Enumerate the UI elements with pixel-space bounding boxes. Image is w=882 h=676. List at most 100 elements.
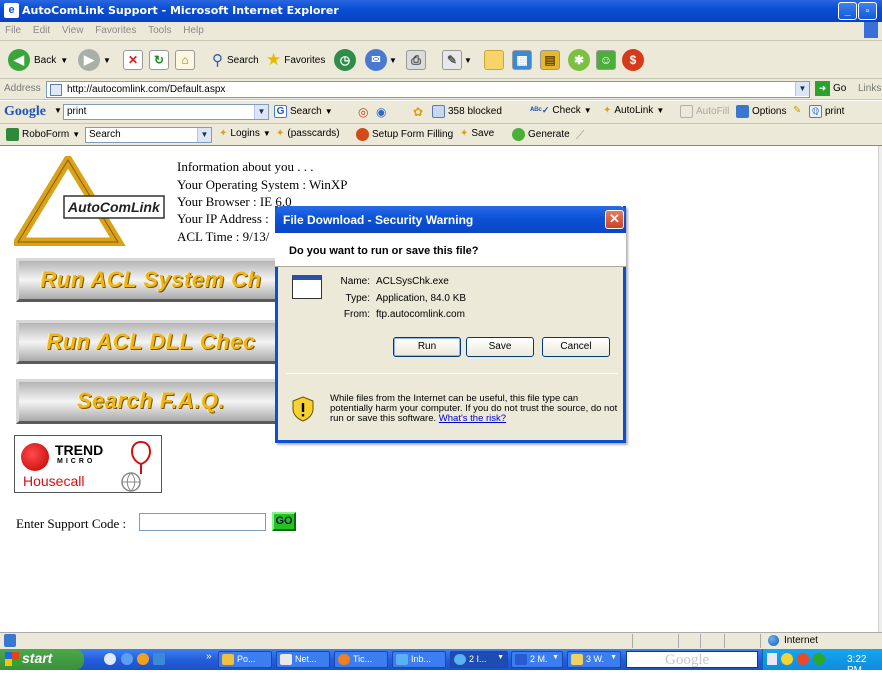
- risk-link[interactable]: What's the risk?: [439, 413, 506, 424]
- autocomlink-logo[interactable]: AutoComLink: [9, 151, 172, 247]
- refresh-icon: ↻: [149, 50, 169, 70]
- window-title-bar[interactable]: e AutoComLink Support - Microsoft Intern…: [0, 0, 882, 22]
- menu-help[interactable]: Help: [178, 22, 208, 36]
- trend-sub: MICRO: [57, 458, 96, 465]
- highlight-icon[interactable]: ✿: [413, 105, 423, 119]
- puzzle-button[interactable]: ✱: [568, 48, 590, 72]
- google-print-term[interactable]: ℚ print: [809, 105, 844, 118]
- google-search-input[interactable]: print ▼: [63, 104, 269, 120]
- taskbar-item-1[interactable]: Po...: [218, 651, 272, 668]
- chevron-down-icon[interactable]: ▼: [54, 106, 62, 115]
- tray-app-icon[interactable]: [797, 653, 809, 665]
- chat-button[interactable]: ☺: [596, 48, 616, 72]
- clock[interactable]: 3:22 PM: [847, 654, 882, 676]
- menu-edit[interactable]: Edit: [28, 22, 54, 36]
- support-code-input[interactable]: [139, 513, 266, 531]
- options-button[interactable]: Options: [736, 105, 786, 118]
- address-input[interactable]: http://autocomlink.com/Default.aspx ▼: [46, 81, 810, 98]
- refresh-button[interactable]: ↻: [149, 48, 169, 72]
- taskbar-item-3[interactable]: Tic...: [334, 651, 388, 668]
- tray-sync-icon[interactable]: [813, 653, 825, 665]
- dollar-button[interactable]: $: [622, 48, 644, 72]
- taskbar-item-4[interactable]: Inb...: [392, 651, 446, 668]
- generate-label: Generate: [528, 129, 570, 140]
- roboform-search-input[interactable]: Search ▼: [85, 127, 212, 143]
- back-button[interactable]: ◀ Back ▼: [8, 48, 68, 72]
- chevron-down-icon[interactable]: ▼: [795, 82, 809, 96]
- google-logo[interactable]: Google: [4, 104, 46, 120]
- menu-file[interactable]: File: [0, 22, 25, 36]
- dollar-icon: $: [622, 49, 644, 71]
- info-time: ACL Time : 9/13/: [177, 229, 270, 244]
- highlighter-icon[interactable]: ✎: [793, 105, 801, 116]
- chevron-down-icon: ▼: [464, 55, 472, 65]
- page-scrollbar[interactable]: [878, 146, 882, 634]
- run-dll-check-button[interactable]: Run ACL DLL Chec: [16, 320, 286, 364]
- save-button[interactable]: Save: [466, 337, 534, 357]
- search-button[interactable]: ⚲ Search: [212, 48, 259, 72]
- favorites-button[interactable]: ★ Favorites: [266, 48, 325, 72]
- trend-micro-housecall-link[interactable]: TREND MICRO Housecall: [14, 435, 162, 493]
- go-button[interactable]: ➜ Go: [815, 81, 846, 96]
- home-button[interactable]: ⌂: [175, 48, 195, 72]
- tray-shield-icon[interactable]: [781, 653, 793, 665]
- taskbar-item-2[interactable]: Net...: [276, 651, 330, 668]
- logins-button[interactable]: ✦ Logins ▼: [219, 128, 271, 139]
- quicklaunch-desktop-icon[interactable]: [104, 653, 116, 665]
- start-button[interactable]: start: [0, 649, 84, 670]
- google-search-button[interactable]: G Search ▼: [274, 105, 333, 118]
- news-icon[interactable]: ◉: [376, 105, 386, 119]
- menu-favorites[interactable]: Favorites: [90, 22, 140, 36]
- dialog-header: Do you want to run or save this file?: [275, 233, 626, 267]
- folder-button[interactable]: [484, 48, 504, 72]
- taskbar-google-search[interactable]: Google: [626, 651, 758, 668]
- support-go-button[interactable]: GO: [272, 512, 296, 531]
- quicklaunch-firefox-icon[interactable]: [137, 653, 149, 665]
- minimize-button[interactable]: _: [838, 2, 857, 20]
- roboform-menu[interactable]: RoboForm ▼: [6, 128, 80, 141]
- dialog-warning: While files from the Internet can be use…: [330, 394, 620, 424]
- setup-form-filling-button[interactable]: Setup Form Filling: [356, 128, 453, 141]
- save-icon: ✦: [460, 128, 469, 139]
- links-label[interactable]: Links: [858, 83, 881, 94]
- globe-icon: [768, 635, 779, 646]
- autofill-button[interactable]: AutoFill: [680, 105, 729, 118]
- autofill-label: AutoFill: [696, 106, 730, 117]
- quicklaunch-app-icon[interactable]: [153, 653, 165, 665]
- edit-button[interactable]: ✎ ▼: [442, 48, 472, 72]
- chevron-right-icon[interactable]: »: [206, 651, 212, 662]
- search-faq-button[interactable]: Search F.A.Q.: [16, 379, 286, 424]
- chevron-down-icon[interactable]: ▼: [254, 105, 268, 119]
- maximize-button[interactable]: ▫: [858, 2, 877, 20]
- history-button[interactable]: ◷: [334, 48, 356, 72]
- stop-button[interactable]: ✕: [123, 48, 143, 72]
- autolink-button[interactable]: ✦ AutoLink ▼: [603, 105, 664, 116]
- dialog-title-bar[interactable]: File Download - Security Warning ✕: [275, 206, 626, 233]
- pagerank-icon[interactable]: ◎: [358, 105, 368, 119]
- spell-check-button[interactable]: ᴬᴮᶜ✓ Check ▼: [530, 105, 592, 116]
- popup-blocker[interactable]: 358 blocked: [432, 105, 502, 118]
- taskbar-item-7[interactable]: 3 W. ▼: [567, 651, 621, 668]
- run-button[interactable]: Run: [393, 337, 461, 357]
- messenger-button[interactable]: ▦: [512, 48, 532, 72]
- windows-flag-icon: [864, 22, 878, 38]
- menu-tools[interactable]: Tools: [143, 22, 175, 36]
- menu-view[interactable]: View: [57, 22, 88, 36]
- roboform-save-button[interactable]: ✦ Save: [460, 128, 494, 139]
- research-button[interactable]: ▤: [540, 48, 560, 72]
- tray-network-icon[interactable]: [767, 653, 777, 665]
- cancel-button[interactable]: Cancel: [542, 337, 610, 357]
- taskbar-item-6[interactable]: 2 M. ▼: [511, 651, 563, 668]
- taskbar-item-5[interactable]: 2 I... ▼: [450, 651, 508, 668]
- passcards-button[interactable]: ✦ (passcards): [276, 128, 340, 139]
- chevron-down-icon[interactable]: ▼: [197, 128, 211, 142]
- print-button[interactable]: ⎙: [406, 48, 426, 72]
- dialog-close-button[interactable]: ✕: [605, 210, 624, 229]
- generate-button[interactable]: Generate: [512, 128, 570, 141]
- go-arrow-icon: ➜: [815, 81, 830, 96]
- task-app-icon: [280, 654, 292, 665]
- forward-button[interactable]: ▶ ▼: [78, 48, 111, 72]
- mail-button[interactable]: ✉ ▼: [365, 48, 397, 72]
- run-system-check-button[interactable]: Run ACL System Ch: [16, 258, 286, 302]
- quicklaunch-ie-icon[interactable]: [121, 653, 133, 665]
